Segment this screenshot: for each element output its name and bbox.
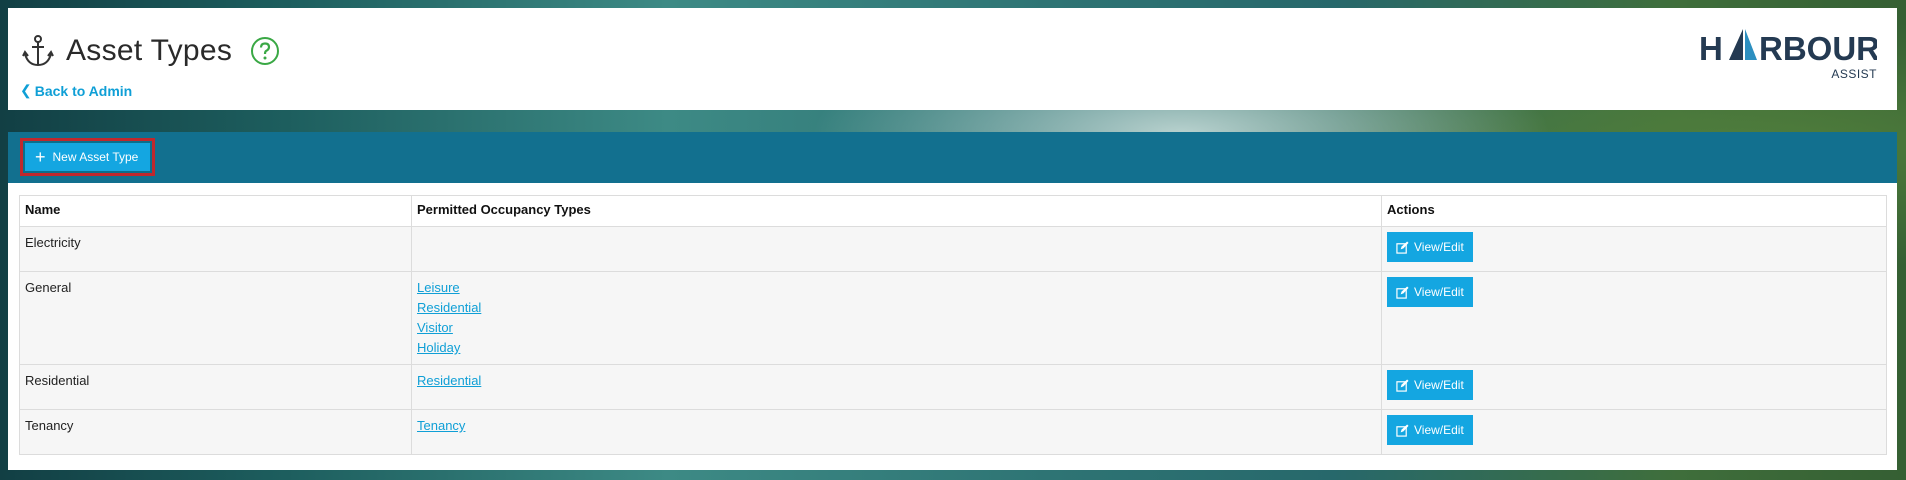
occupancy-link[interactable]: Leisure	[417, 278, 1376, 298]
table-row: Electricity View/Edit	[19, 226, 1887, 272]
harbour-assist-logo: H RBOUR ASSIST	[1699, 29, 1877, 81]
back-link-label: Back to Admin	[34, 82, 133, 99]
occupancy-cell: Leisure Residential Visitor Holiday	[411, 271, 1382, 365]
new-button-label: New Asset Type	[52, 150, 139, 164]
occupancy-link[interactable]: Residential	[417, 298, 1376, 318]
asset-name: Residential	[19, 364, 412, 410]
toolbar: + New Asset Type	[8, 132, 1897, 183]
edit-icon	[1396, 378, 1409, 392]
view-edit-button[interactable]: View/Edit	[1387, 370, 1473, 400]
asset-name: Tenancy	[19, 409, 412, 455]
table-row: General Leisure Residential Visitor Holi…	[19, 271, 1887, 365]
edit-icon	[1396, 240, 1409, 254]
actions-cell: View/Edit	[1381, 364, 1887, 410]
actions-cell: View/Edit	[1381, 271, 1887, 365]
asset-name: General	[19, 271, 412, 365]
occupancy-link[interactable]: Visitor	[417, 318, 1376, 338]
anchor-icon	[22, 35, 54, 67]
view-edit-label: View/Edit	[1414, 378, 1464, 392]
new-button-highlight: + New Asset Type	[20, 138, 156, 176]
column-header-name: Name	[19, 195, 412, 227]
plus-icon: +	[35, 147, 46, 167]
table-row: Residential Residential View/Edit	[19, 364, 1887, 410]
new-asset-type-button[interactable]: + New Asset Type	[25, 143, 151, 171]
occupancy-cell: Residential	[411, 364, 1382, 410]
view-edit-label: View/Edit	[1414, 285, 1464, 299]
view-edit-label: View/Edit	[1414, 423, 1464, 437]
occupancy-cell	[411, 226, 1382, 272]
edit-icon	[1396, 423, 1409, 437]
back-to-admin-link[interactable]: ❮ Back to Admin	[20, 82, 132, 99]
column-header-occupancy: Permitted Occupancy Types	[411, 195, 1382, 227]
question-circle-icon[interactable]	[250, 36, 280, 66]
asset-types-table: Name Permitted Occupancy Types Actions E…	[19, 195, 1887, 455]
view-edit-button[interactable]: View/Edit	[1387, 415, 1473, 445]
edit-icon	[1396, 285, 1409, 299]
svg-text:H: H	[1699, 30, 1723, 67]
title-row: Asset Types	[22, 34, 280, 68]
view-edit-button[interactable]: View/Edit	[1387, 277, 1473, 307]
table-row: Tenancy Tenancy View/Edit	[19, 409, 1887, 455]
page-header: Asset Types ❮ Back to Admin H RBOUR ASSI…	[8, 8, 1897, 110]
view-edit-button[interactable]: View/Edit	[1387, 232, 1473, 262]
asset-types-panel: + New Asset Type Name Permitted Occupanc…	[8, 132, 1897, 470]
occupancy-cell: Tenancy	[411, 409, 1382, 455]
occupancy-link[interactable]: Holiday	[417, 338, 1376, 358]
view-edit-label: View/Edit	[1414, 240, 1464, 254]
chevron-left-icon: ❮	[20, 82, 32, 98]
actions-cell: View/Edit	[1381, 409, 1887, 455]
asset-name: Electricity	[19, 226, 412, 272]
occupancy-link[interactable]: Tenancy	[417, 416, 1376, 436]
svg-text:ASSIST: ASSIST	[1831, 67, 1877, 81]
column-header-actions: Actions	[1381, 195, 1887, 227]
svg-text:RBOUR: RBOUR	[1759, 30, 1877, 67]
occupancy-link[interactable]: Residential	[417, 371, 1376, 391]
table-header-row: Name Permitted Occupancy Types Actions	[19, 195, 1887, 227]
actions-cell: View/Edit	[1381, 226, 1887, 272]
page-title: Asset Types	[66, 34, 233, 67]
